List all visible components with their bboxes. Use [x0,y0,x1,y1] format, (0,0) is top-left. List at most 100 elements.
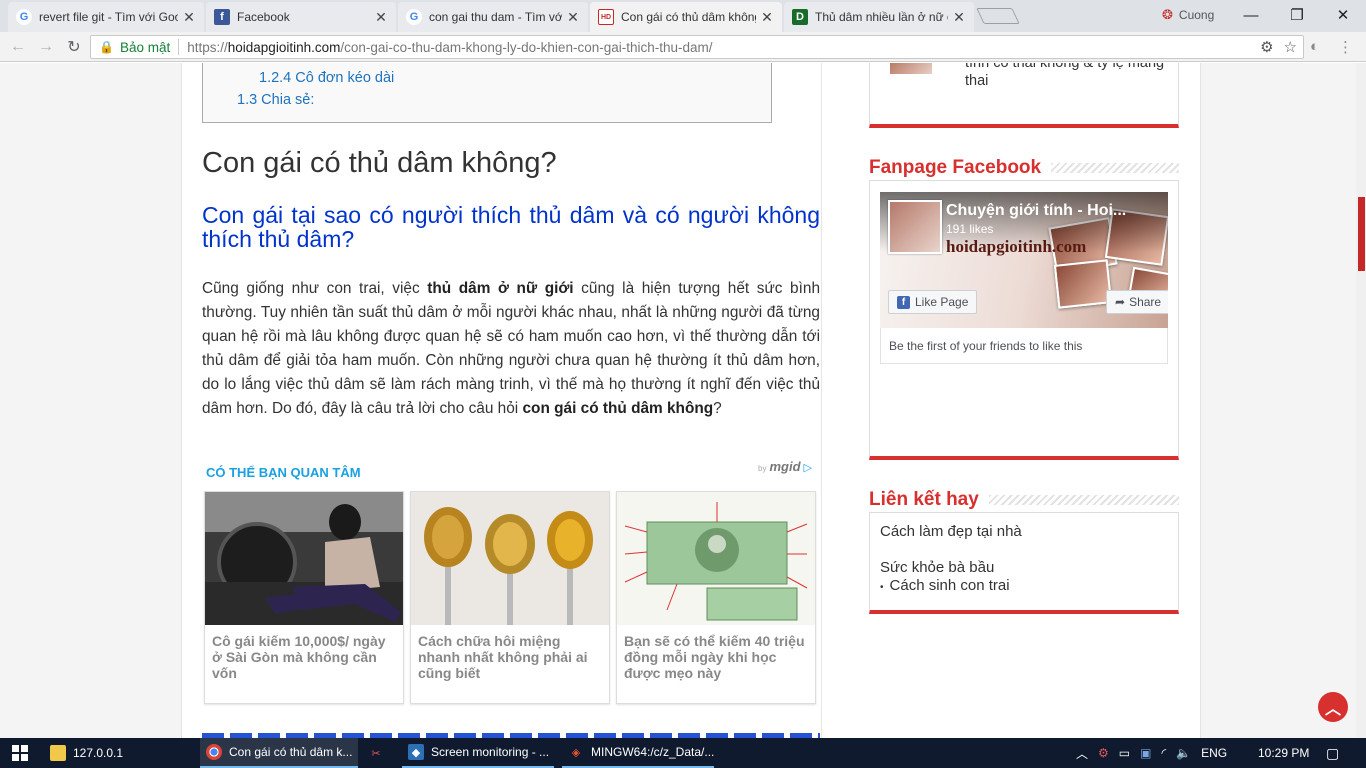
close-icon[interactable]: ✕ [374,9,388,26]
toc-link-chia-se[interactable]: 1.3 Chia sẻ: [237,92,314,108]
input-language[interactable]: ENG [1201,746,1227,760]
section-heading: Con gái có thủ dâm không? [202,147,557,179]
table-of-contents: 1.2.4 Cô đơn kéo dài 1.3 Chia sẻ: [202,63,772,123]
app-tray-icon[interactable]: ▣ [1140,746,1151,760]
volume-icon[interactable]: 🔈 [1176,746,1191,760]
play-icon: ▷ [803,462,812,474]
back-to-top-button[interactable]: ︿ [1318,692,1348,722]
link-sinh-con-trai[interactable]: • Cách sinh con trai [880,577,1010,594]
back-button[interactable]: ← [8,37,28,57]
page-avatar[interactable] [888,200,942,254]
taskbar-item-snipping[interactable]: ✂ [362,738,400,768]
profile-name: Cuong [1178,8,1215,22]
security-icon[interactable]: ⚙ [1098,746,1109,760]
bullet-icon: • [880,582,884,593]
share-icon: ➦ [1115,295,1126,309]
restore-button[interactable]: ❐ [1274,0,1320,30]
wifi-icon[interactable]: ◜ [1161,746,1166,760]
lock-icon: 🔒 [99,40,114,54]
extension-icon[interactable]: ◐ [1310,38,1319,55]
facebook-icon: f [214,9,230,25]
taskbar-item-git-bash[interactable]: ◈ MINGW64:/c/z_Data/... [562,738,714,768]
close-icon[interactable]: ✕ [952,9,966,26]
tab-thu-dam-nhieu-lan[interactable]: D Thủ dâm nhiều lần ở nữ giới ✕ [784,2,974,32]
links-widget: Cách làm đẹp tại nhà Sức khỏe bà bầu • Cá… [869,512,1179,614]
page-container: 1.2.4 Cô đơn kéo dài 1.3 Chia sẻ: Con gá… [181,63,1201,738]
taskbar-item-virtualbox[interactable]: ◆ Screen monitoring - ... [402,738,554,768]
facebook-page-name[interactable]: Chuyện giới tính - Hoi... [946,202,1146,220]
link-suc-khoe-ba-bau[interactable]: Sức khỏe bà bầu [880,559,994,576]
bookmark-star-icon[interactable]: ☆ [1284,38,1297,56]
facebook-friends-text: Be the first of your friends to like thi… [880,328,1168,364]
system-tray: ︿ ⚙ ▭ ▣ ◜ 🔈 ENG [1076,738,1227,768]
chevron-up-icon[interactable]: ︿ [1076,745,1088,762]
browser-toolbar: ← → ↻ 🔒 Bảo mật https:// hoidapgioitinh.… [0,32,1366,62]
tab-title: con gai thu dam - Tìm với Google [429,10,562,24]
tab-current-article[interactable]: HD Con gái có thủ dâm không ✕ [590,2,782,32]
menu-icon[interactable]: ⋮ [1338,38,1353,56]
tab-title: Con gái có thủ dâm không [621,10,756,24]
close-icon[interactable]: ✕ [566,9,580,26]
snipping-tool-icon: ✂ [371,747,381,760]
recommend-heading: CÓ THỂ BẠN QUAN TÂM [206,465,361,480]
section-subheading: Con gái tại sao có người thích thủ dâm v… [202,202,820,252]
mgid-logo[interactable]: by mgid ▷ [758,459,812,474]
tab-google-search[interactable]: G con gai thu dam - Tìm với Google ✕ [398,2,588,32]
vertical-scrollbar[interactable] [1356,63,1366,738]
git-bash-icon: ◈ [571,746,581,759]
share-button[interactable]: ➦ Share [1106,290,1168,314]
close-icon[interactable]: ✕ [182,9,196,26]
chrome-icon [206,744,222,760]
forward-button[interactable]: → [36,37,56,57]
start-button[interactable] [0,738,40,768]
close-icon[interactable]: ✕ [760,9,774,26]
link-lam-dep[interactable]: Cách làm đẹp tại nhà [880,523,1022,540]
widget-title-fanpage: Fanpage Facebook [869,157,1179,179]
recommend-card[interactable]: Cô gái kiếm 10,000$/ ngày ở Sài Gòn mà k… [204,491,404,704]
close-window-button[interactable]: ✕ [1320,0,1366,30]
new-tab-button[interactable] [976,8,1020,24]
tab-revert-file-git[interactable]: G revert file git - Tìm với Google ✕ [8,2,204,32]
cookie-blocked-icon[interactable]: ⚙ [1260,38,1273,56]
battery-icon[interactable]: ▭ [1119,746,1130,760]
card-caption[interactable]: Bạn sẽ có thể kiếm 40 triệu đồng mỗi ngà… [617,625,815,689]
widget-title-links: Liên kết hay [869,489,1179,511]
card-image[interactable] [205,492,403,625]
next-heading-cutoff [202,725,820,738]
notification-icon[interactable]: ▢ [1326,738,1339,768]
like-page-button[interactable]: f Like Page [888,290,978,314]
google-icon: G [16,9,32,25]
divider [178,39,180,55]
url-scheme: https:// [187,39,228,55]
page-viewport: 1.2.4 Cô đơn kéo dài 1.3 Chia sẻ: Con gá… [0,63,1356,738]
windows-taskbar: 127.0.0.1 Con gái có thủ dâm k... ✂ ◆ Sc… [0,738,1366,768]
post-title-link[interactable]: tình có thai không & tỷ lệ mang thai [965,63,1165,90]
windows-logo-icon [12,745,28,761]
reload-button[interactable]: ↻ [64,37,84,57]
toc-link-co-don[interactable]: 1.2.4 Cô đơn kéo dài [259,70,394,86]
browser-tab-strip: G revert file git - Tìm với Google ✕ f F… [0,0,1366,32]
card-caption[interactable]: Cách chữa hôi miệng nhanh nhất không phả… [411,625,609,689]
address-bar[interactable]: 🔒 Bảo mật https:// hoidapgioitinh.com /c… [90,35,1304,59]
scrollbar-thumb[interactable] [1358,197,1365,271]
facebook-cover[interactable]: hoidapgioitinh.com Chuyện giới tính - Ho… [880,192,1168,328]
taskbar-item-explorer[interactable]: 127.0.0.1 [44,738,196,768]
minimize-button[interactable]: — [1228,0,1274,30]
card-image[interactable] [411,492,609,625]
recommend-card[interactable]: Bạn sẽ có thể kiếm 40 triệu đồng mỗi ngà… [616,491,816,704]
folder-icon [50,745,66,761]
article-paragraph: Cũng giống như con trai, việc thủ dâm ở … [202,280,821,417]
tab-facebook[interactable]: f Facebook ✕ [206,2,396,32]
tab-title: revert file git - Tìm với Google [39,10,178,24]
card-caption[interactable]: Cô gái kiếm 10,000$/ ngày ở Sài Gòn mà k… [205,625,403,689]
clock[interactable]: 10:29 PM [1258,738,1309,768]
recommend-card[interactable]: Cách chữa hôi miệng nhanh nhất không phả… [410,491,610,704]
facebook-like-count: 191 likes [946,222,994,236]
url-host: hoidapgioitinh.com [227,39,341,55]
taskbar-item-chrome[interactable]: Con gái có thủ dâm k... [200,738,358,768]
profile-button[interactable]: ❂ Cuong [1162,7,1214,23]
profile-icon: ❂ [1162,7,1173,22]
card-image[interactable] [617,492,815,625]
post-thumbnail[interactable] [890,63,932,74]
article-content: 1.2.4 Cô đơn kéo dài 1.3 Chia sẻ: Con gá… [202,63,822,738]
